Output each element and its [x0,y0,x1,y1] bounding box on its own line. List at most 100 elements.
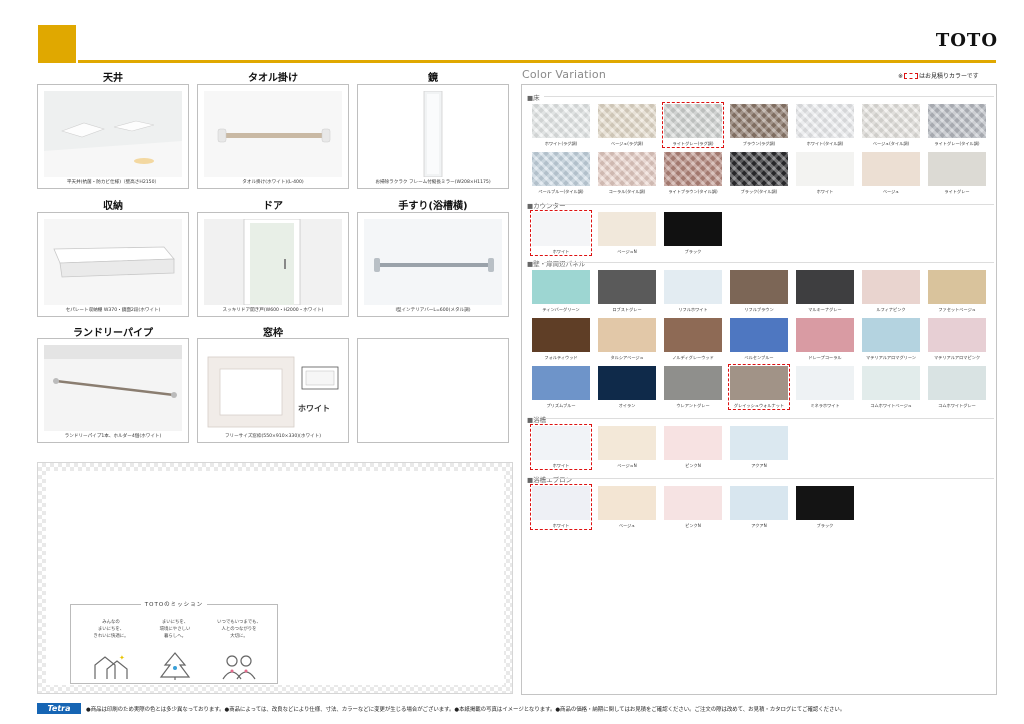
color-swatch[interactable]: ロブストグレー [596,268,658,314]
mirror-photo [364,91,502,177]
color-swatch[interactable]: グレイッシュウォルナット [728,364,790,410]
color-swatch-label: ライトグレー(ラグ調) [672,141,714,146]
color-swatch[interactable]: ティンバーグリーン [530,268,592,314]
mission-box: TOTOのミッション みんなの まいにちを、 きれいに快適に。 まいにちを、 環境にや… [70,602,278,684]
color-swatch-chip [598,318,656,352]
color-swatch[interactable]: ライトブラウン(タイル調) [662,150,724,196]
recommended-marker-sample [904,73,919,79]
color-swatch-chip [928,366,986,400]
color-swatch[interactable]: ベージュN [596,424,658,470]
recommended-color-note: ※ はお見積りカラーです [898,73,979,80]
color-swatch-label: ホワイト(ラグ調) [544,141,578,146]
color-swatch-label: ノルディグレーウッド [672,355,714,360]
color-swatch[interactable]: ピンクN [662,484,724,530]
color-swatch[interactable]: ホワイト [530,484,592,530]
color-section-rule [544,262,994,263]
color-swatch[interactable]: ホワイト(ラグ調) [530,102,592,148]
color-swatch[interactable]: リフルブラウン [728,268,790,314]
color-swatch-label: ピンクN [685,463,701,468]
color-swatch[interactable]: コムホワイトグレー [926,364,988,410]
color-swatch-chip [796,486,854,520]
color-swatch[interactable]: ブラック(タイル調) [728,150,790,196]
color-swatch-chip [664,366,722,400]
color-swatch[interactable]: ベージュ [860,150,922,196]
item-card-towel-bar: タオル掛け(ホワイト)(L-400) [197,84,349,189]
color-swatch[interactable]: マテリアルアロマピンク [926,316,988,362]
item-caption-laundry-pipe: ランドリーパイプ1本、ホルダー4個(ホワイト) [64,434,162,439]
color-swatch[interactable]: ファセットベージュ [926,268,988,314]
color-swatch[interactable]: ドレープコーラル [794,316,856,362]
item-title-storage: 収納 [103,201,123,212]
item-card-storage: セパレート収納棚 W370・鏡面2段(ホワイト) [37,212,189,317]
color-swatch[interactable]: ブラック [794,484,856,530]
color-swatch[interactable]: アクアN [728,484,790,530]
item-card-mirror: お掃除ラクラク フレーム付縦長ミラー(W208×H1175) [357,84,509,189]
color-swatch-chip [532,366,590,400]
footer-logo: Tetra [37,703,81,714]
color-swatch[interactable]: ホワイト [530,424,592,470]
item-title-laundry-pipe: ランドリーパイプ [73,328,153,339]
item-caption-towel-bar: タオル掛け(ホワイト)(L-400) [242,180,304,185]
people-heart-icon [222,655,256,680]
color-swatch-chip [862,104,920,138]
color-section-label: ■カウンター [527,202,566,210]
color-swatch[interactable]: ミネラホワイト [794,364,856,410]
color-swatch[interactable]: ベージュ(ラグ調) [596,102,658,148]
mission-col-1: みんなの まいにちを、 きれいに快適に。 [93,620,129,639]
color-swatch[interactable]: タルシアベージュ [596,316,658,362]
color-swatch-label: ホワイト [816,189,834,194]
color-swatch-label: ホワイト [552,249,570,254]
color-swatch[interactable]: ノルディグレーウッド [662,316,724,362]
color-swatch-label: ウレアントグレー [676,403,710,408]
color-swatch-label: ドレープコーラル [808,355,842,360]
color-swatch[interactable]: マテリアルアロマグリーン [860,316,922,362]
color-swatch[interactable]: ルフィナピンク [860,268,922,314]
color-swatch-chip [598,426,656,460]
color-swatch[interactable]: オイラン [596,364,658,410]
color-swatch-chip [598,152,656,186]
item-caption-ceiling: 平天井(抗菌・防カビ仕様)（壁高さH2150） [66,180,160,185]
color-swatch-label: ベージュ [882,189,900,194]
color-swatch[interactable]: マルキーナグレー [794,268,856,314]
window-frame-color-badge: ホワイト [298,404,330,413]
color-swatch[interactable]: コーラル(タイル調) [596,150,658,196]
color-swatch[interactable]: ライトグレー(ラグ調) [662,102,724,148]
color-swatch[interactable]: ライトグレー [926,150,988,196]
color-swatch[interactable]: ホワイト(タイル調) [794,102,856,148]
color-swatch-chip [730,426,788,460]
color-swatch[interactable]: ブラウン(ラグ調) [728,102,790,148]
item-card-empty [357,338,509,443]
color-swatch[interactable]: プリズムブルー [530,364,592,410]
color-swatch[interactable]: ホワイト [530,210,592,256]
color-swatch-chip [664,486,722,520]
color-section-label: ■床 [527,94,540,102]
brand-logo: TOTO [935,30,998,51]
item-caption-mirror: お掃除ラクラク フレーム付縦長ミラー(W208×H1175) [375,180,491,185]
color-swatch[interactable]: アクアN [728,424,790,470]
item-title-door: ドア [263,201,283,212]
color-swatch[interactable]: ライトグレー(タイル調) [926,102,988,148]
color-swatch[interactable]: ペールブルー(タイル調) [530,150,592,196]
color-swatch[interactable]: ブラック [662,210,724,256]
color-swatch-label: ライトグレー(タイル調) [934,141,980,146]
color-swatch[interactable]: ベージュN [596,210,658,256]
color-swatch-chip [598,104,656,138]
color-swatch[interactable]: ベージュ(タイル調) [860,102,922,148]
color-swatch[interactable]: リフルホワイト [662,268,724,314]
color-swatch-label: ベルセンブルー [744,355,774,360]
color-swatch-label: ファセットベージュ [938,307,976,312]
item-caption-door: スッキリドア開き戸(W600・H2000・ホワイト) [222,308,324,313]
color-swatch-label: ルフィナピンク [876,307,906,312]
color-swatch[interactable]: ベルセンブルー [728,316,790,362]
color-swatch[interactable]: ピンクN [662,424,724,470]
color-swatch-chip [928,270,986,304]
color-swatch-label: プリズムブルー [546,403,576,408]
color-swatch[interactable]: ホワイト [794,150,856,196]
color-swatch-chip [532,426,590,460]
storage-photo [44,219,182,305]
color-swatch[interactable]: ベージュ [596,484,658,530]
color-swatch-label: ミネラホワイト [810,403,840,408]
color-swatch[interactable]: ウレアントグレー [662,364,724,410]
color-swatch[interactable]: コムホワイトベージュ [860,364,922,410]
color-swatch[interactable]: フォルティウッド [530,316,592,362]
